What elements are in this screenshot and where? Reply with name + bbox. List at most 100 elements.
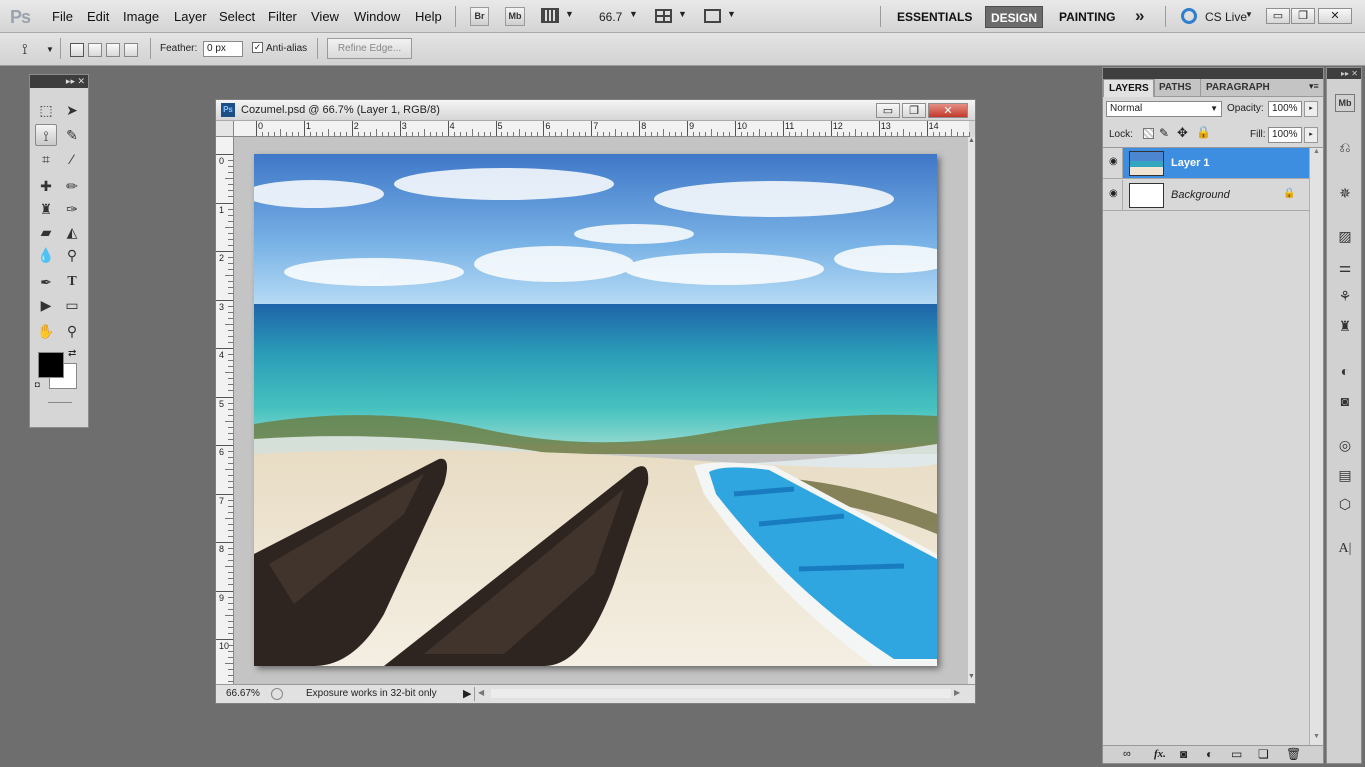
link-icon[interactable]: ∞ xyxy=(1123,748,1131,760)
horizontal-scrollbar[interactable] xyxy=(491,689,951,698)
history-panel-icon[interactable]: ⎌ xyxy=(1334,136,1356,158)
menu-file[interactable]: File xyxy=(52,9,73,24)
workspace-essentials[interactable]: ESSENTIALS xyxy=(897,10,972,24)
chevron-down-icon[interactable]: ▼ xyxy=(678,9,687,19)
character-panel-icon[interactable]: A| xyxy=(1334,538,1356,560)
fx-icon[interactable]: fx. xyxy=(1154,748,1166,760)
menu-window[interactable]: Window xyxy=(354,9,400,24)
lock-position-icon[interactable]: ✥ xyxy=(1177,125,1188,141)
doc-restore-button[interactable]: ❐ xyxy=(902,103,926,118)
crop-tool-icon[interactable]: ⌗ xyxy=(35,148,57,170)
panel-header[interactable] xyxy=(1103,68,1323,79)
zoom-level[interactable]: 66.7 xyxy=(599,10,622,24)
menu-image[interactable]: Image xyxy=(123,9,159,24)
brush-presets-panel-icon[interactable]: ⚘ xyxy=(1334,285,1356,307)
minimize-button[interactable]: ▭ xyxy=(1266,8,1290,24)
move-tool-icon[interactable]: ➤ xyxy=(61,99,83,121)
layer-name[interactable]: Background xyxy=(1171,189,1230,201)
horizontal-ruler[interactable]: 0 1 2 3 4 5 6 7 8 9 10 11 12 13 14 xyxy=(234,121,970,137)
pen-tool-icon[interactable]: ✒ xyxy=(35,271,57,293)
chevron-down-icon[interactable]: ▼ xyxy=(565,9,574,19)
anti-alias-checkbox[interactable]: ✓ xyxy=(252,42,263,53)
menu-edit[interactable]: Edit xyxy=(87,9,109,24)
status-info-icon[interactable] xyxy=(271,688,283,700)
more-workspaces-icon[interactable]: » xyxy=(1135,6,1144,26)
layer-row-background[interactable]: ◉ Background 🔒 xyxy=(1103,180,1309,211)
scroll-down-icon[interactable]: ▼ xyxy=(1313,733,1320,740)
lock-transparency-icon[interactable] xyxy=(1143,128,1154,139)
styles-panel-icon[interactable]: ◎ xyxy=(1334,434,1356,456)
cs-live-label[interactable]: CS Live xyxy=(1205,10,1247,24)
chevron-down-icon[interactable]: ▼ xyxy=(1245,10,1253,19)
brush-tool-icon[interactable]: ✏ xyxy=(61,175,83,197)
layer-name[interactable]: Layer 1 xyxy=(1171,157,1210,169)
workspace-painting[interactable]: PAINTING xyxy=(1059,10,1115,24)
opacity-slider-arrow-icon[interactable]: ▸ xyxy=(1304,101,1318,117)
screen-mode-icon[interactable] xyxy=(704,9,721,23)
refine-edge-button[interactable]: Refine Edge... xyxy=(327,38,412,59)
eraser-tool-icon[interactable]: ▰ xyxy=(35,221,57,243)
status-menu-arrow-icon[interactable]: ▶ xyxy=(463,687,471,700)
mask-icon[interactable]: ◙ xyxy=(1180,747,1187,761)
restore-button[interactable]: ❐ xyxy=(1291,8,1315,24)
zoom-status[interactable]: 66.67% xyxy=(226,688,260,699)
notes-panel-icon[interactable]: ▤ xyxy=(1334,464,1356,486)
menu-filter[interactable]: Filter xyxy=(268,9,297,24)
histogram-panel-icon[interactable]: ▨ xyxy=(1334,225,1356,247)
layer-row-layer-1[interactable]: ◉ Layer 1 xyxy=(1103,148,1309,179)
trash-icon[interactable]: 🗑 xyxy=(1286,747,1301,761)
chevron-down-icon[interactable]: ▼ xyxy=(727,9,736,19)
scroll-down-icon[interactable]: ▼ xyxy=(968,673,975,680)
panel-menu-icon[interactable]: ▾≡ xyxy=(1309,81,1319,92)
clone-source-panel-icon[interactable]: ♜ xyxy=(1334,315,1356,337)
cs-live-icon[interactable] xyxy=(1181,8,1197,24)
menu-select[interactable]: Select xyxy=(219,9,255,24)
adjustment-layer-panel-icon[interactable]: ◐ xyxy=(1334,360,1356,382)
eye-icon[interactable]: ◉ xyxy=(1109,189,1121,199)
vertical-ruler[interactable]: 0 1 2 3 4 5 6 7 8 9 10 xyxy=(216,137,234,684)
bridge-button[interactable]: Br xyxy=(470,7,489,26)
dodge-tool-icon[interactable]: ⚲ xyxy=(61,244,83,266)
3d-panel-icon[interactable]: ⬡ xyxy=(1334,493,1356,515)
shape-tool-icon[interactable]: ▭ xyxy=(61,294,83,316)
default-colors-icon[interactable]: ◘ xyxy=(35,380,40,389)
doc-minimize-button[interactable]: ▭ xyxy=(876,103,900,118)
new-selection-icon[interactable] xyxy=(70,43,84,57)
ruler-origin[interactable] xyxy=(216,121,234,137)
healing-brush-tool-icon[interactable]: ✚ xyxy=(35,175,57,197)
arrange-documents-icon[interactable] xyxy=(655,9,672,23)
film-strip-icon[interactable] xyxy=(541,8,559,23)
blend-mode-select[interactable]: Normal ▼ xyxy=(1106,101,1222,117)
dock-header[interactable]: ▸▸ ✕ xyxy=(1327,68,1361,79)
close-button[interactable]: ✕ xyxy=(1318,8,1352,24)
workspace-design[interactable]: DESIGN xyxy=(985,6,1043,28)
tab-paragraph[interactable]: PARAGRAPH xyxy=(1200,79,1275,97)
quick-selection-tool-icon[interactable]: ✎ xyxy=(61,124,83,146)
fill-input[interactable]: 100% xyxy=(1268,127,1302,143)
tab-paths[interactable]: PATHS xyxy=(1153,79,1196,97)
fill-slider-arrow-icon[interactable]: ▸ xyxy=(1304,127,1318,143)
mini-bridge-button[interactable]: Mb xyxy=(505,7,525,26)
feather-input[interactable]: 0 px xyxy=(203,41,243,57)
menu-layer[interactable]: Layer xyxy=(174,9,207,24)
swap-colors-icon[interactable]: ⇄ xyxy=(68,348,76,359)
lock-pixels-icon[interactable]: ✎ xyxy=(1159,126,1169,140)
hand-tool-icon[interactable]: ✋ xyxy=(35,320,57,342)
lock-all-icon[interactable]: 🔒 xyxy=(1196,125,1211,139)
adjustment-icon[interactable]: ◐ xyxy=(1206,747,1213,761)
mini-bridge-panel-icon[interactable]: Mb xyxy=(1335,94,1355,112)
vertical-scrollbar[interactable]: ▲ ▼ xyxy=(968,137,975,684)
scroll-right-icon[interactable]: ▶ xyxy=(954,688,960,697)
eyedropper-tool-icon[interactable]: ⁄ xyxy=(61,148,83,170)
navigator-panel-icon[interactable]: ✵ xyxy=(1334,182,1356,204)
blur-tool-icon[interactable]: 💧 xyxy=(35,244,57,266)
marquee-tool-icon[interactable]: ⬚ xyxy=(35,99,57,121)
paint-bucket-tool-icon[interactable]: ◭ xyxy=(61,221,83,243)
zoom-tool-icon[interactable]: ⚲ xyxy=(61,320,83,342)
intersect-selection-icon[interactable] xyxy=(124,43,138,57)
scroll-up-icon[interactable]: ▲ xyxy=(968,137,975,144)
masks-panel-icon[interactable]: ◙ xyxy=(1334,390,1356,412)
new-layer-icon[interactable]: ❏ xyxy=(1258,747,1269,761)
foreground-color-swatch[interactable] xyxy=(38,352,64,378)
scroll-left-icon[interactable]: ◀ xyxy=(478,688,484,697)
